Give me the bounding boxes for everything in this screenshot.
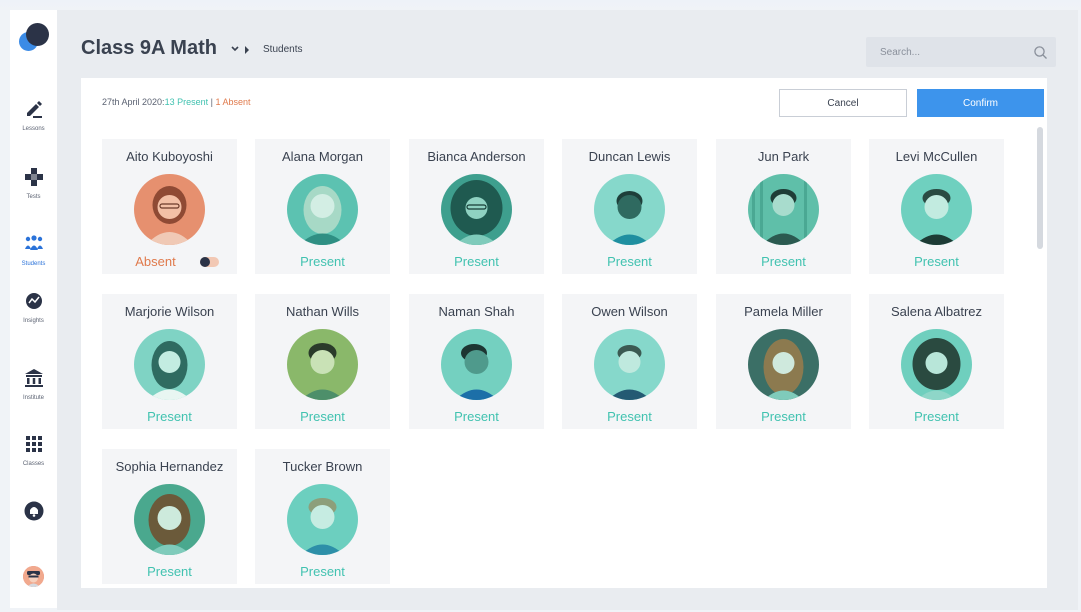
attendance-status: Present [300,564,345,579]
sidebar: Lessons Tests Students Insights Institut… [10,10,57,608]
attendance-status: Present [454,254,499,269]
pencil-icon [26,101,42,118]
main-area: Class 9A Math Students 27th April 2020:1… [57,10,1078,610]
student-name: Duncan Lewis [588,149,671,164]
student-photo [134,484,205,555]
sidebar-item-classes[interactable]: Classes [10,433,57,467]
student-photo [748,329,819,400]
student-name: Salena Albatrez [890,304,983,319]
attendance-status: Present [300,409,345,424]
student-photo [287,484,358,555]
attendance-status: Present [607,254,652,269]
attendance-status: Present [761,409,806,424]
students-icon [24,235,43,250]
chevron-down-icon[interactable] [229,44,241,54]
scrollbar[interactable] [1037,127,1043,249]
institute-icon [24,369,43,387]
student-card[interactable]: Salena Albatrez Present [869,294,1004,429]
student-photo [134,174,205,245]
student-photo [748,174,819,245]
student-photo [901,329,972,400]
student-card[interactable]: Alana Morgan Present [255,139,390,274]
student-card[interactable]: Aito Kuboyoshi Absent [102,139,237,274]
sidebar-item-label: Institute [22,395,44,401]
attendance-summary: 27th April 2020:13 Present | 1 Absent [102,97,250,107]
student-name: Alana Morgan [282,149,363,164]
bell-icon [24,501,43,521]
grid-icon [25,436,42,452]
student-name: Marjorie Wilson [124,304,215,319]
student-photo [134,329,205,400]
puzzle-icon [24,168,43,186]
sidebar-item-insights[interactable]: Insights [10,290,57,324]
sidebar-item-institute[interactable]: Institute [10,367,57,401]
page-title: Class 9A Math [81,37,217,59]
avatar[interactable] [23,566,44,587]
student-name: Sophia Hernandez [115,459,224,474]
sidebar-item-label: Insights [23,318,44,324]
attendance-status: Present [761,254,806,269]
cancel-button[interactable]: Cancel [779,89,907,117]
student-photo [594,329,665,400]
search-box [866,37,1056,67]
student-name: Naman Shah [438,304,515,319]
student-card[interactable]: Levi McCullen Present [869,139,1004,274]
caret-right-icon [245,46,249,54]
student-photo [901,174,972,245]
search-icon[interactable] [1033,45,1048,60]
student-photo [441,329,512,400]
present-count: 13 Present [164,97,209,107]
top-fade [0,0,1081,10]
attendance-status: Present [914,254,959,269]
sidebar-item-label: Classes [22,461,45,467]
student-card[interactable]: Sophia Hernandez Present [102,449,237,584]
student-card[interactable]: Bianca Anderson Present [409,139,544,274]
student-photo [594,174,665,245]
attendance-toggle[interactable] [200,257,219,267]
confirm-button[interactable]: Confirm [917,89,1044,117]
student-name: Aito Kuboyoshi [126,149,213,164]
sidebar-item-label: Lessons [22,126,45,132]
notifications-button[interactable] [10,500,57,522]
search-input[interactable] [880,45,1020,59]
app-logo[interactable] [19,23,49,53]
student-card[interactable]: Naman Shah Present [409,294,544,429]
absent-count: 1 Absent [215,97,251,107]
attendance-date: 27th April 2020: [102,97,165,107]
attendance-status: Present [454,409,499,424]
student-name: Bianca Anderson [427,149,526,164]
student-name: Jun Park [757,149,810,164]
sidebar-item-label: Students [21,261,46,267]
student-name: Nathan Wills [286,304,359,319]
student-name: Pamela Miller [744,304,823,319]
student-card[interactable]: Owen Wilson Present [562,294,697,429]
student-photo [287,174,358,245]
attendance-status: Present [300,254,345,269]
sidebar-item-lessons[interactable]: Lessons [10,98,57,132]
student-card[interactable]: Nathan Wills Present [255,294,390,429]
student-name: Tucker Brown [282,459,363,474]
insights-icon [25,293,42,309]
attendance-status: Present [147,564,192,579]
breadcrumb[interactable]: Students [263,44,302,55]
student-card[interactable]: Pamela Miller Present [716,294,851,429]
student-name: Levi McCullen [895,149,978,164]
student-card[interactable]: Marjorie Wilson Present [102,294,237,429]
student-card[interactable]: Jun Park Present [716,139,851,274]
student-name: Owen Wilson [591,304,668,319]
student-photo [441,174,512,245]
attendance-status: Present [607,409,652,424]
attendance-status: Present [147,409,192,424]
sidebar-item-tests[interactable]: Tests [10,166,57,200]
attendance-status: Present [914,409,959,424]
student-card[interactable]: Tucker Brown Present [255,449,390,584]
student-card[interactable]: Duncan Lewis Present [562,139,697,274]
sidebar-item-students[interactable]: Students [10,233,57,267]
sidebar-item-label: Tests [26,194,41,200]
attendance-panel: 27th April 2020:13 Present | 1 Absent Ca… [81,78,1047,588]
student-photo [287,329,358,400]
